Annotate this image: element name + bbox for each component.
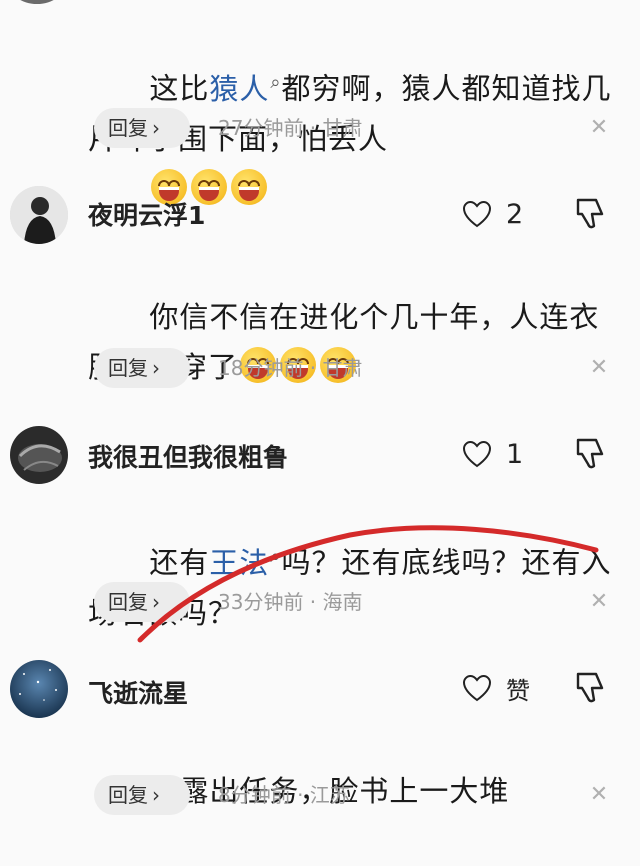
time-location: 33分钟前 · 海南 (218, 590, 363, 614)
chevron-right-icon: › (152, 116, 160, 140)
avatar[interactable] (10, 186, 68, 244)
comment-meta: 回复 › 27分钟前 · 甘肃 ✕ (94, 108, 614, 148)
reply-button[interactable]: 回复 › (94, 775, 190, 815)
avatar[interactable] (10, 426, 68, 484)
like-count: 2 (506, 198, 524, 230)
comment-meta: 回复 › 8分钟前 · 江苏 ✕ (94, 775, 614, 815)
comment-text: 你信不信在进化个几十年，人连衣服都不穿了 (88, 300, 600, 384)
username[interactable]: 飞逝流星 (88, 674, 188, 710)
search-icon: ⌕ (270, 72, 282, 93)
like-label: 赞 (506, 676, 530, 705)
close-icon[interactable]: ✕ (584, 108, 614, 148)
grinning-squint-emoji-icon (231, 168, 268, 205)
like-button[interactable]: 赞 (462, 668, 530, 708)
thumbs-down-icon[interactable] (572, 670, 608, 706)
heart-icon (462, 674, 492, 702)
chevron-right-icon: › (152, 356, 160, 380)
comment-thread: 这比猿人⌕都穷啊，猿人都知道找几片叶子围下面，怕丢人 回复 › 27分钟前 · 甘… (0, 0, 640, 827)
like-button[interactable]: 2 (462, 194, 523, 234)
avatar-partial[interactable] (8, 0, 66, 4)
reply-button[interactable]: 回复 › (94, 582, 190, 622)
username[interactable]: 夜明云浮1 (88, 196, 205, 232)
close-icon[interactable]: ✕ (584, 775, 614, 815)
search-link[interactable]: 王法⌕ (209, 546, 281, 580)
avatar[interactable] (10, 660, 68, 718)
heart-icon (462, 200, 492, 228)
comment-meta: 回复 › 33分钟前 · 海南 ✕ (94, 582, 614, 622)
search-link[interactable]: 猿人⌕ (209, 72, 281, 106)
time-location: 27分钟前 · 甘肃 (218, 116, 363, 140)
chevron-right-icon: › (152, 590, 160, 614)
search-icon: ⌕ (270, 546, 282, 567)
comment-meta: 回复 › 18分钟前 · 甘肃 ✕ (94, 348, 614, 388)
time-location: 8分钟前 · 江苏 (218, 783, 350, 807)
thumbs-down-icon[interactable] (572, 196, 608, 232)
time-location: 18分钟前 · 甘肃 (218, 356, 363, 380)
close-icon[interactable]: ✕ (584, 582, 614, 622)
like-button[interactable]: 1 (462, 434, 523, 474)
close-icon[interactable]: ✕ (584, 348, 614, 388)
reply-button[interactable]: 回复 › (94, 108, 190, 148)
username[interactable]: 我很丑但我很粗鲁 (88, 438, 288, 474)
heart-icon (462, 440, 492, 468)
chevron-right-icon: › (152, 783, 160, 807)
like-count: 1 (506, 438, 524, 470)
reply-button[interactable]: 回复 › (94, 348, 190, 388)
thumbs-down-icon[interactable] (572, 436, 608, 472)
